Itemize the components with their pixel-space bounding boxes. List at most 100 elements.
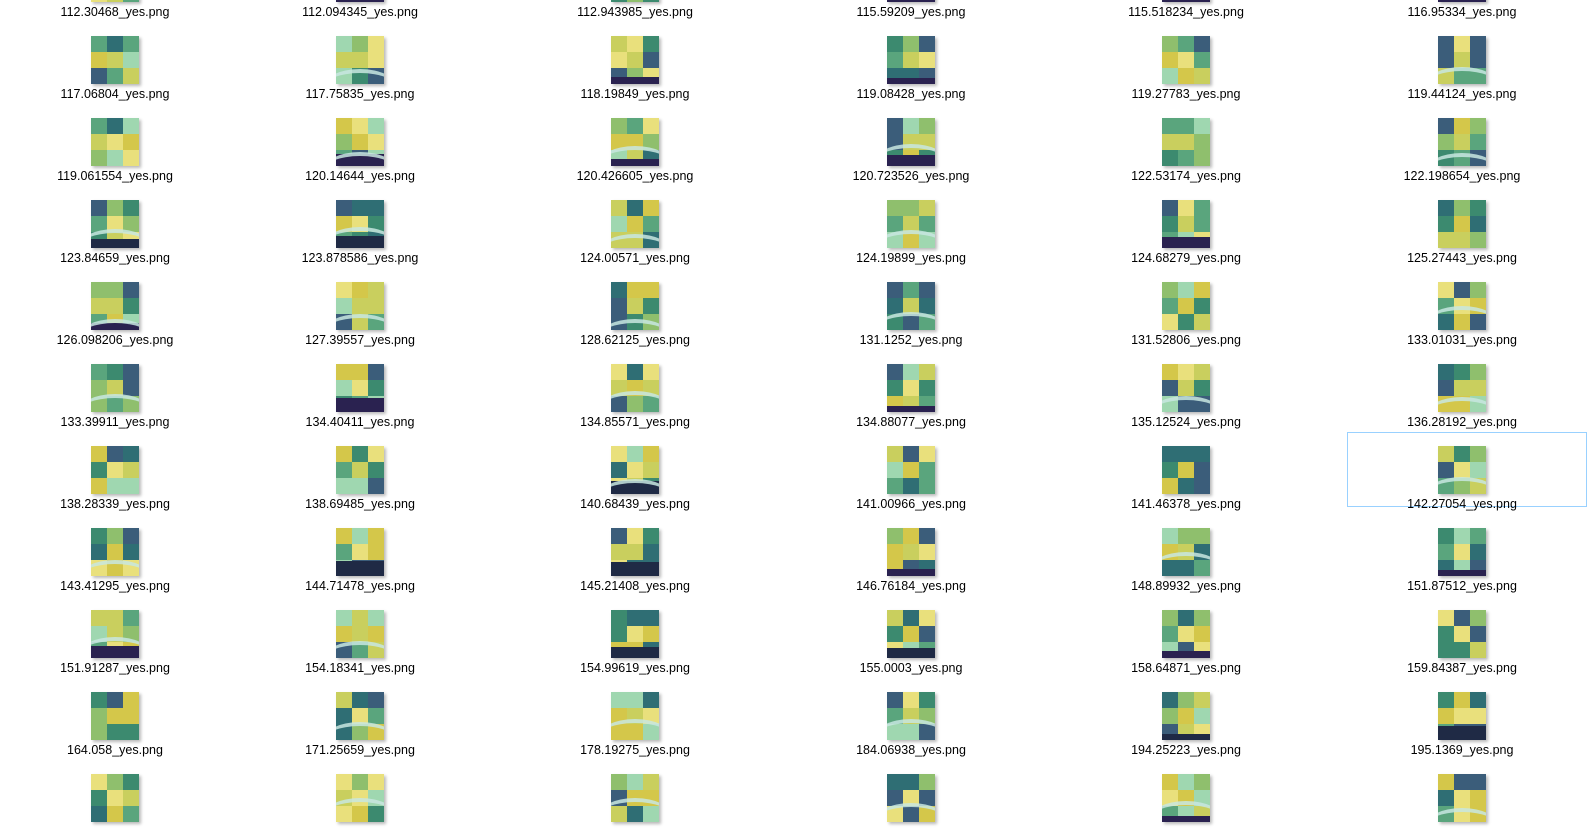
file-item[interactable]: 124.68279_yes.png [1071,182,1301,265]
file-item[interactable]: 141.46378_yes.png [1071,428,1301,511]
image-thumbnail [1438,610,1486,658]
file-item[interactable]: 119.08428_yes.png [796,18,1026,101]
file-item[interactable]: 119.27783_yes.png [1071,18,1301,101]
file-item[interactable]: 120.14644_yes.png [245,100,475,183]
file-item[interactable]: 143.41295_yes.png [0,510,230,593]
file-item[interactable]: 112.943985_yes.png [520,0,750,19]
file-item[interactable]: 117.06804_yes.png [0,18,230,101]
image-thumbnail [1438,692,1486,740]
file-item[interactable]: 155.0003_yes.png [796,592,1026,675]
image-thumbnail [611,610,659,658]
image-thumbnail [611,364,659,412]
file-item[interactable]: 195.1369_yes.png [1347,674,1577,757]
image-thumbnail [91,200,139,248]
file-item[interactable]: 120.723526_yes.png [796,100,1026,183]
file-item[interactable]: 164.058_yes.png [0,674,230,757]
file-item[interactable]: 133.01031_yes.png [1347,264,1577,347]
file-item[interactable]: 116.95334_yes.png [1347,0,1577,19]
file-item[interactable]: 112.094345_yes.png [245,0,475,19]
image-thumbnail [1162,364,1210,412]
file-item[interactable]: 131.52806_yes.png [1071,264,1301,347]
file-item[interactable]: 118.19849_yes.png [520,18,750,101]
image-thumbnail [91,364,139,412]
file-item[interactable]: 178.19275_yes.png [520,674,750,757]
image-thumbnail [611,446,659,494]
file-item[interactable]: 119.061554_yes.png [0,100,230,183]
image-thumbnail [611,528,659,576]
file-item[interactable]: 115.59209_yes.png [796,0,1026,19]
image-thumbnail [1438,200,1486,248]
image-thumbnail [887,774,935,822]
file-item[interactable]: 135.12524_yes.png [1071,346,1301,429]
file-item[interactable]: 184.06938_yes.png [796,674,1026,757]
file-item[interactable]: 138.28339_yes.png [0,428,230,511]
image-thumbnail [91,446,139,494]
image-thumbnail [611,282,659,330]
file-item[interactable]: 127.39557_yes.png [245,264,475,347]
file-item[interactable]: 124.00571_yes.png [520,182,750,265]
image-thumbnail [611,774,659,822]
file-item[interactable]: 119.44124_yes.png [1347,18,1577,101]
icon-row: 117.06804_yes.png 117.75835_yes.png 118.19… [0,18,1588,101]
file-item[interactable]: 171.25659_yes.png [245,674,475,757]
file-item[interactable]: 123.878586_yes.png [245,182,475,265]
image-thumbnail [611,692,659,740]
file-item[interactable]: 134.85571_yes.png [520,346,750,429]
file-item[interactable] [520,756,750,838]
file-item[interactable]: 131.1252_yes.png [796,264,1026,347]
image-thumbnail [91,282,139,330]
image-thumbnail [91,610,139,658]
file-item[interactable]: 112.30468_yes.png [0,0,230,19]
file-item[interactable]: 128.62125_yes.png [520,264,750,347]
file-item[interactable]: 136.28192_yes.png [1347,346,1577,429]
file-item[interactable] [0,756,230,838]
file-item[interactable]: 158.64871_yes.png [1071,592,1301,675]
file-item[interactable]: 120.426605_yes.png [520,100,750,183]
file-item[interactable]: 154.99619_yes.png [520,592,750,675]
file-item[interactable]: 134.88077_yes.png [796,346,1026,429]
icon-row: 119.061554_yes.png 120.14644_yes.png 120.4… [0,100,1588,183]
file-item[interactable]: 122.53174_yes.png [1071,100,1301,183]
file-item[interactable]: 140.68439_yes.png [520,428,750,511]
icon-row: 164.058_yes.png 171.25659_yes.png 178.1927… [0,674,1588,757]
file-item[interactable]: 125.27443_yes.png [1347,182,1577,265]
image-thumbnail [887,446,935,494]
file-item[interactable] [1347,756,1577,838]
file-item[interactable]: 115.518234_yes.png [1071,0,1301,19]
file-item[interactable]: 145.21408_yes.png [520,510,750,593]
file-item[interactable]: 123.84659_yes.png [0,182,230,265]
file-item[interactable]: 144.71478_yes.png [245,510,475,593]
image-thumbnail [336,528,384,576]
file-item[interactable]: 194.25223_yes.png [1071,674,1301,757]
file-item[interactable]: 154.18341_yes.png [245,592,475,675]
image-thumbnail [1162,692,1210,740]
file-item[interactable]: 138.69485_yes.png [245,428,475,511]
image-thumbnail [611,0,659,2]
file-item[interactable]: 122.198654_yes.png [1347,100,1577,183]
image-thumbnail [887,36,935,84]
file-item[interactable]: 146.76184_yes.png [796,510,1026,593]
image-thumbnail [1438,118,1486,166]
file-item[interactable]: 126.098206_yes.png [0,264,230,347]
file-item[interactable]: 148.89932_yes.png [1071,510,1301,593]
image-thumbnail [887,692,935,740]
file-item[interactable]: 141.00966_yes.png [796,428,1026,511]
file-item[interactable]: 151.91287_yes.png [0,592,230,675]
image-thumbnail [336,446,384,494]
image-thumbnail [887,364,935,412]
file-item[interactable]: 151.87512_yes.png [1347,510,1577,593]
file-item[interactable]: 124.19899_yes.png [796,182,1026,265]
file-item[interactable]: 117.75835_yes.png [245,18,475,101]
file-item[interactable] [796,756,1026,838]
image-thumbnail [887,610,935,658]
file-item[interactable]: 142.27054_yes.png [1347,428,1587,511]
image-thumbnail [1162,528,1210,576]
icon-row: 138.28339_yes.png 138.69485_yes.png 140.68… [0,428,1588,511]
file-item[interactable] [1071,756,1301,838]
file-item[interactable]: 134.40411_yes.png [245,346,475,429]
file-item[interactable]: 159.84387_yes.png [1347,592,1577,675]
file-item[interactable] [245,756,475,838]
image-thumbnail [611,200,659,248]
image-thumbnail [611,36,659,84]
file-item[interactable]: 133.39911_yes.png [0,346,230,429]
